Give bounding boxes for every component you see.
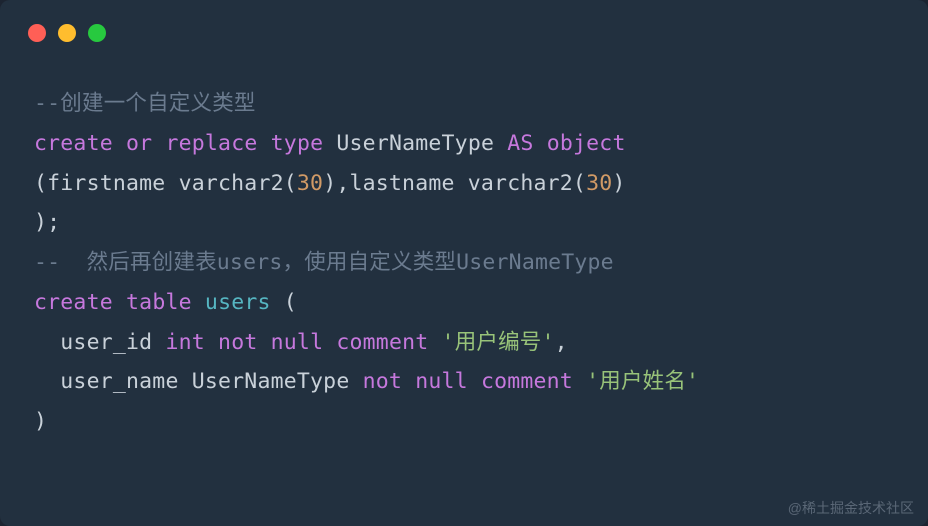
space bbox=[257, 330, 270, 355]
code-comment: --创建一个自定义类型 bbox=[34, 91, 256, 116]
string-literal: '用户姓名' bbox=[586, 369, 699, 394]
space bbox=[205, 330, 218, 355]
space bbox=[468, 369, 481, 394]
keyword-as: AS bbox=[507, 131, 533, 156]
keyword-null: null bbox=[271, 330, 324, 355]
keyword-table: table bbox=[126, 290, 192, 315]
table-name: users bbox=[205, 290, 271, 315]
keyword-type: type bbox=[271, 131, 324, 156]
identifier: UserNameType bbox=[336, 131, 494, 156]
code-comment: -- 然后再创建表users，使用自定义类型UserNameType bbox=[34, 250, 614, 275]
space bbox=[402, 369, 415, 394]
keyword-not: not bbox=[363, 369, 402, 394]
maximize-icon[interactable] bbox=[88, 24, 106, 42]
space bbox=[323, 330, 336, 355]
space bbox=[428, 330, 441, 355]
keyword-object: object bbox=[547, 131, 626, 156]
keyword-int: int bbox=[165, 330, 204, 355]
code-text: user_id bbox=[34, 330, 165, 355]
space bbox=[573, 369, 586, 394]
code-text: , bbox=[555, 330, 568, 355]
keyword-or: or bbox=[126, 131, 152, 156]
code-text: user_name UserNameType bbox=[34, 369, 363, 394]
minimize-icon[interactable] bbox=[58, 24, 76, 42]
code-text: ),lastname varchar2( bbox=[323, 171, 586, 196]
keyword-replace: replace bbox=[165, 131, 257, 156]
number-literal: 30 bbox=[297, 171, 323, 196]
window-titlebar bbox=[0, 24, 928, 42]
code-text: ) bbox=[612, 171, 625, 196]
code-text: ); bbox=[34, 210, 60, 235]
keyword-create: create bbox=[34, 131, 113, 156]
keyword-comment: comment bbox=[336, 330, 428, 355]
code-window: --创建一个自定义类型 create or replace type UserN… bbox=[0, 0, 928, 526]
string-literal: '用户编号' bbox=[442, 330, 555, 355]
watermark-text: @稀土掘金技术社区 bbox=[788, 498, 914, 518]
keyword-create: create bbox=[34, 290, 113, 315]
number-literal: 30 bbox=[586, 171, 612, 196]
close-icon[interactable] bbox=[28, 24, 46, 42]
code-block: --创建一个自定义类型 create or replace type UserN… bbox=[0, 84, 928, 442]
code-text: ) bbox=[34, 409, 47, 434]
keyword-null: null bbox=[415, 369, 468, 394]
keyword-not: not bbox=[218, 330, 257, 355]
code-text: ( bbox=[271, 290, 297, 315]
keyword-comment: comment bbox=[481, 369, 573, 394]
code-text: (firstname varchar2( bbox=[34, 171, 297, 196]
